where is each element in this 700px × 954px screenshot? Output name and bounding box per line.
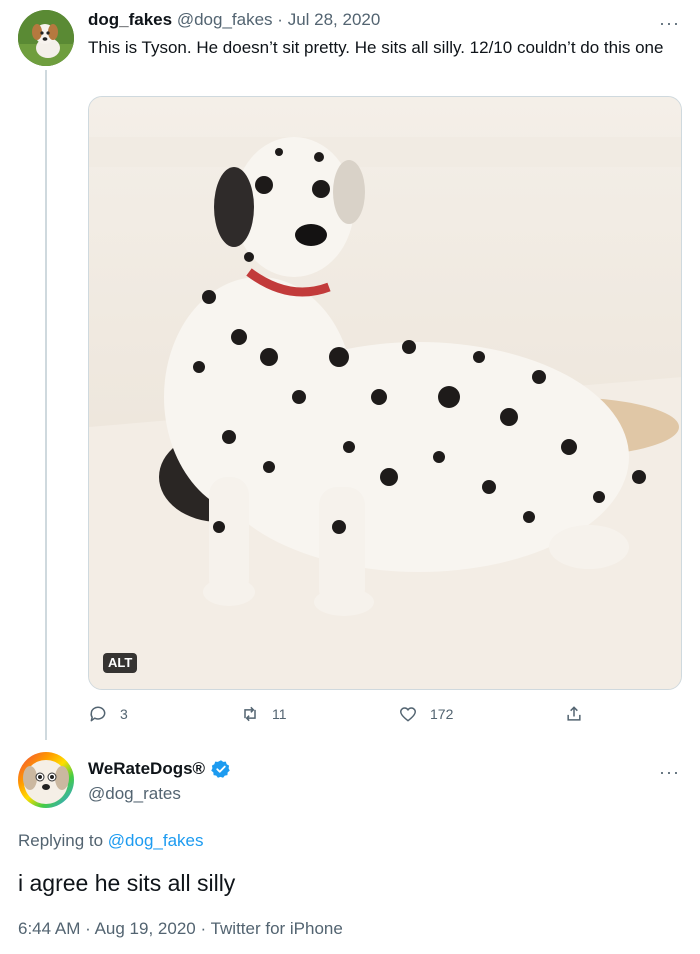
reply-author-name-row: WeRateDogs® — [88, 759, 231, 779]
replying-to-line: Replying to @dog_fakes — [18, 831, 204, 851]
dog-face-avatar-icon — [23, 760, 69, 804]
retweet-count: 11 — [272, 706, 287, 722]
meta-separator: · — [85, 919, 91, 938]
author-handle[interactable]: @dog_fakes — [177, 10, 273, 29]
meta-separator: · — [277, 10, 283, 29]
tweet-text: This is Tyson. He doesn’t sit pretty. He… — [88, 38, 664, 57]
reply-source[interactable]: Twitter for iPhone — [211, 919, 343, 938]
dog-fakes-avatar[interactable] — [18, 10, 74, 66]
dog-avatar-icon — [18, 10, 74, 66]
like-action[interactable]: 172 — [398, 704, 453, 724]
thread-connector-line — [45, 70, 47, 740]
share-icon — [567, 706, 581, 721]
reply-action[interactable]: 3 — [88, 704, 128, 724]
retweet-icon — [244, 706, 256, 722]
replying-to-mention[interactable]: @dog_fakes — [108, 831, 204, 850]
more-options-icon[interactable]: ··· — [659, 14, 680, 32]
dalmatian-photo — [89, 97, 681, 689]
tweet-photo[interactable]: ALT — [88, 96, 682, 690]
tweet-date[interactable]: Jul 28, 2020 — [288, 10, 381, 29]
tweet-header: dog_fakes @dog_fakes · Jul 28, 2020 — [88, 10, 380, 30]
reply-author-handle[interactable]: @dog_rates — [88, 784, 181, 804]
replying-to-prefix: Replying to — [18, 831, 104, 850]
weratedogs-avatar[interactable] — [18, 752, 74, 808]
tweet-action-bar: 3 11 172 — [88, 704, 608, 728]
meta-separator: · — [200, 919, 207, 938]
share-action[interactable] — [564, 704, 584, 724]
original-tweet: dog_fakes @dog_fakes · Jul 28, 2020 ··· … — [0, 0, 700, 740]
like-count: 172 — [430, 706, 454, 722]
verified-badge-icon — [211, 760, 230, 778]
retweet-action[interactable]: 11 — [240, 704, 287, 724]
alt-text-badge[interactable]: ALT — [103, 653, 138, 673]
heart-icon — [399, 707, 417, 722]
reply-count: 3 — [120, 706, 128, 722]
reply-tweet-text: i agree he sits all silly — [18, 870, 236, 896]
reply-author-display-name[interactable]: WeRateDogs® — [88, 759, 205, 779]
reply-time[interactable]: 6:44 AM — [18, 919, 80, 938]
more-options-icon[interactable]: ··· — [659, 763, 680, 781]
author-display-name[interactable]: dog_fakes — [88, 10, 172, 29]
reply-tweet-meta: 6:44 AM · Aug 19, 2020 · Twitter for iPh… — [18, 919, 343, 939]
reply-date[interactable]: Aug 19, 2020 — [95, 919, 196, 938]
reply-icon — [90, 706, 106, 722]
